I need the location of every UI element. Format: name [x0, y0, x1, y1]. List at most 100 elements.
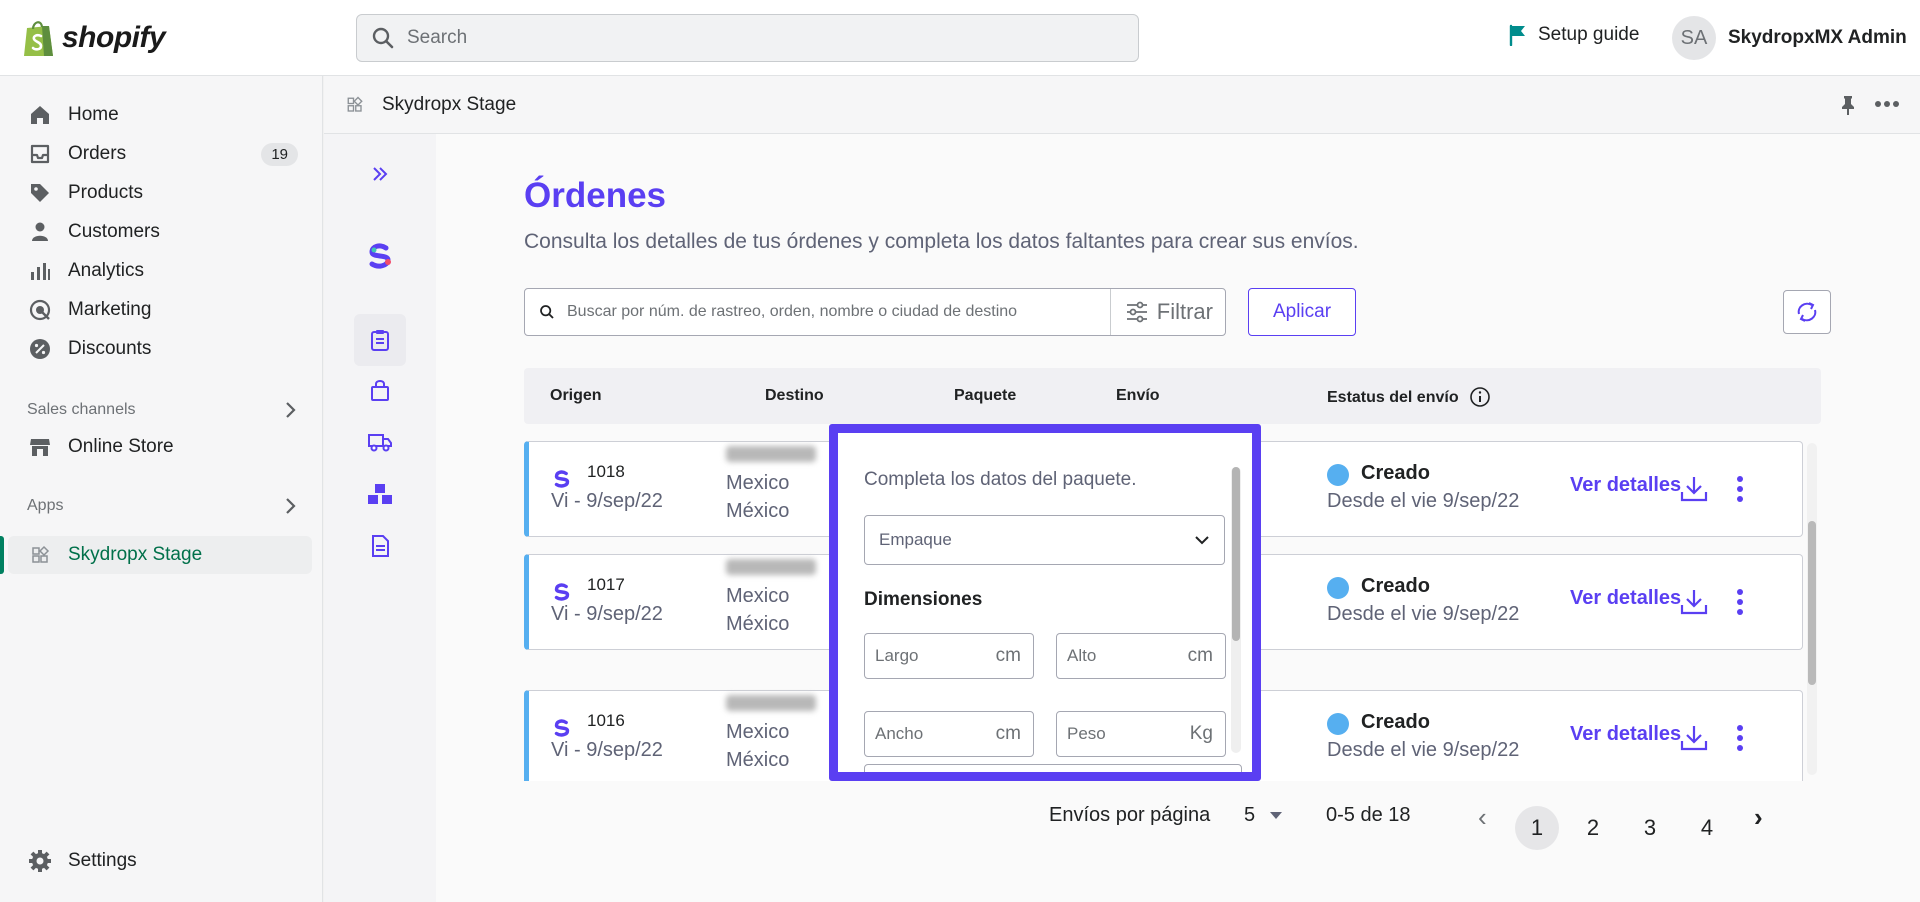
scrollbar-thumb[interactable]: [1808, 521, 1816, 685]
nav-label-skydropx-stage: Skydropx Stage: [68, 544, 203, 565]
orders-app-nav[interactable]: [354, 314, 406, 366]
apply-button[interactable]: Aplicar: [1248, 288, 1356, 336]
skydropx-logo[interactable]: [354, 230, 406, 282]
more-horizontal-icon[interactable]: [1874, 100, 1900, 108]
app-header: Skydropx Stage: [324, 76, 1920, 134]
apps-section[interactable]: Apps: [27, 496, 297, 516]
destination-city: Mexico: [726, 585, 790, 607]
caret-down-icon: [1270, 811, 1283, 819]
col-paquete: Paquete: [954, 387, 1017, 404]
nav-item-settings[interactable]: Settings: [28, 844, 298, 878]
skydropx-logo-icon: [369, 243, 391, 269]
status-since: Desde el vie 9/sep/22: [1327, 739, 1520, 761]
popover-scrollbar[interactable]: [1231, 467, 1241, 753]
nav-item-analytics[interactable]: Analytics: [28, 254, 298, 288]
redacted-name: [726, 559, 816, 575]
search-input[interactable]: [407, 27, 1107, 49]
refresh-button[interactable]: [1783, 290, 1831, 334]
more-vertical-icon[interactable]: [1729, 585, 1751, 619]
packages-app-nav[interactable]: [354, 468, 406, 520]
download-icon[interactable]: [1677, 472, 1711, 506]
chevron-down-icon: [1195, 536, 1209, 545]
page-4-button[interactable]: 4: [1685, 806, 1729, 850]
person-icon: [32, 222, 48, 241]
global-search[interactable]: [356, 14, 1139, 62]
clipboard-icon: [371, 330, 389, 351]
order-number: 1016: [587, 711, 625, 730]
sales-channels-label: Sales channels: [27, 401, 136, 418]
bag-app-nav[interactable]: [354, 364, 406, 416]
skydropx-logo-icon: [554, 470, 570, 488]
width-field[interactable]: Ancho cm: [864, 711, 1034, 757]
height-field[interactable]: Alto cm: [1056, 633, 1226, 679]
orders-search-input[interactable]: [567, 303, 1107, 321]
prev-page-button[interactable]: ‹: [1478, 802, 1487, 833]
more-vertical-icon[interactable]: [1729, 721, 1751, 755]
col-envio: Envío: [1116, 387, 1160, 404]
status-dot: [1327, 464, 1349, 486]
view-details-link[interactable]: Ver detalles: [1570, 474, 1681, 497]
user-name: SkydropxMX Admin: [1728, 27, 1907, 48]
next-field-partial[interactable]: [864, 764, 1242, 772]
col-origen: Origen: [550, 387, 602, 404]
download-icon[interactable]: [1677, 585, 1711, 619]
page-title: Órdenes: [524, 176, 666, 215]
nav-item-skydropx-stage[interactable]: Skydropx Stage: [28, 538, 298, 572]
orders-scrollbar[interactable]: [1807, 443, 1817, 775]
view-details-link[interactable]: Ver detalles: [1570, 587, 1681, 610]
page-subtitle: Consulta los detalles de tus órdenes y c…: [524, 230, 1359, 253]
weight-field[interactable]: Peso Kg: [1056, 711, 1226, 757]
shipments-app-nav[interactable]: [354, 416, 406, 468]
nav-item-online-store[interactable]: Online Store: [28, 430, 298, 464]
status-dot: [1327, 713, 1349, 735]
destination-country: México: [726, 613, 790, 635]
nav-item-products[interactable]: Products: [28, 176, 298, 210]
nav-item-orders[interactable]: Orders 19: [28, 137, 298, 171]
brand-name: shopify: [62, 21, 166, 54]
more-vertical-icon[interactable]: [1729, 472, 1751, 506]
nav-label-analytics: Analytics: [68, 260, 145, 281]
user-menu[interactable]: SA SkydropxMX Admin: [1672, 16, 1907, 60]
app-grid-icon: [347, 96, 363, 112]
pagination-range: 0-5 de 18: [1326, 804, 1411, 826]
status-badge: Creado: [1361, 711, 1430, 733]
pin-icon[interactable]: [1838, 94, 1858, 116]
app-title: Skydropx Stage: [382, 93, 517, 115]
apps-label: Apps: [27, 497, 64, 514]
nav-item-customers[interactable]: Customers: [28, 215, 298, 249]
length-placeholder: Largo: [875, 646, 919, 665]
length-field[interactable]: Largo cm: [864, 633, 1034, 679]
packaging-select[interactable]: Empaque: [864, 515, 1225, 565]
per-page-select[interactable]: 5: [1244, 804, 1283, 827]
expand-sidebar-button[interactable]: [354, 148, 406, 200]
status-since: Desde el vie 9/sep/22: [1327, 490, 1520, 512]
shopify-bag-icon: [24, 21, 53, 56]
orders-icon: [30, 144, 50, 164]
page-1-button[interactable]: 1: [1515, 806, 1559, 850]
page-2-button[interactable]: 2: [1571, 806, 1615, 850]
length-unit: cm: [995, 645, 1021, 666]
nav-item-home[interactable]: Home: [28, 98, 298, 132]
setup-guide-button[interactable]: Setup guide: [1508, 24, 1639, 46]
sales-channels-section[interactable]: Sales channels: [27, 400, 297, 420]
skydropx-logo-icon: [554, 719, 570, 737]
documents-app-nav[interactable]: [354, 520, 406, 572]
info-icon[interactable]: [1469, 386, 1491, 408]
nav-label-orders: Orders: [68, 143, 127, 164]
popover-scrollbar-thumb[interactable]: [1232, 467, 1240, 641]
filter-button[interactable]: Filtrar: [1109, 289, 1225, 335]
height-placeholder: Alto: [1067, 646, 1097, 665]
next-page-button[interactable]: ›: [1754, 802, 1763, 833]
width-placeholder: Ancho: [875, 724, 924, 743]
nav-label-online-store: Online Store: [68, 436, 174, 457]
page-3-button[interactable]: 3: [1628, 806, 1672, 850]
orders-search[interactable]: Filtrar: [524, 288, 1226, 336]
nav-item-marketing[interactable]: Marketing: [28, 293, 298, 327]
view-details-link[interactable]: Ver detalles: [1570, 723, 1681, 746]
gear-icon: [29, 850, 51, 872]
download-icon[interactable]: [1677, 721, 1711, 755]
shopify-logo[interactable]: shopify: [22, 18, 166, 58]
skydropx-logo-icon: [554, 583, 570, 601]
sync-icon: [1797, 302, 1817, 322]
nav-item-discounts[interactable]: Discounts: [28, 332, 298, 366]
